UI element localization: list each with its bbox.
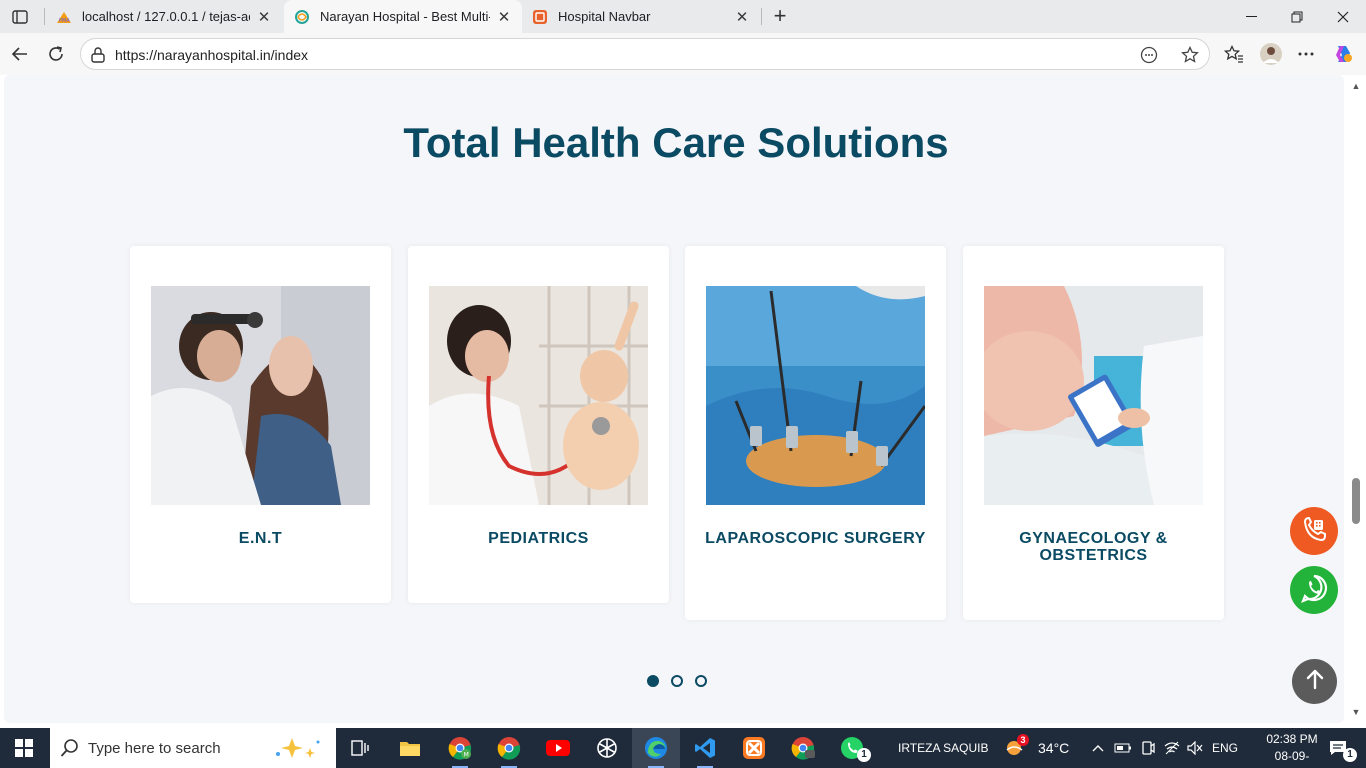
service-name: GYNAECOLOGY & OBSTETRICS — [1019, 530, 1168, 564]
volume-muted-icon[interactable] — [1184, 728, 1206, 768]
vertical-scrollbar[interactable]: ▲ ▼ — [1346, 75, 1366, 728]
search-icon — [60, 738, 80, 758]
chrome-profile-icon[interactable]: M — [436, 728, 484, 768]
profile-avatar[interactable] — [1257, 40, 1285, 68]
codepen-icon — [532, 9, 548, 25]
task-view-icon[interactable] — [336, 728, 384, 768]
more-options-icon[interactable] — [1292, 40, 1320, 68]
weather-badge: 3 — [1017, 734, 1029, 746]
lock-icon[interactable] — [91, 47, 107, 63]
read-aloud-icon[interactable] — [1139, 45, 1159, 65]
weather-icon[interactable]: 3 — [996, 728, 1036, 768]
carousel-dot-2[interactable] — [671, 675, 683, 687]
copilot-icon[interactable] — [1329, 40, 1357, 68]
taskbar-search-box[interactable]: Type here to search — [50, 728, 336, 768]
tab-separator — [44, 8, 45, 25]
clock-date: 08-09-2025 — [1274, 749, 1310, 768]
refresh-icon[interactable] — [42, 40, 70, 68]
svg-text:M: M — [464, 752, 469, 759]
phpmyadmin-icon: PMA — [56, 9, 72, 25]
tab-title: Narayan Hospital - Best Multi-Spe — [320, 9, 490, 24]
service-card-ent[interactable]: E.N.T — [130, 246, 391, 603]
edge-icon[interactable] — [632, 728, 680, 768]
pregnant-consultation-photo[interactable] — [984, 286, 1203, 505]
service-card-pediatrics[interactable]: PEDIATRICS — [408, 246, 669, 603]
clock-time: 02:38 PM — [1266, 732, 1318, 746]
ent-doctor-photo[interactable] — [151, 286, 370, 505]
section-heading: Total Health Care Solutions — [403, 119, 949, 166]
tab-title: Hospital Navbar — [558, 9, 651, 24]
youtube-icon[interactable] — [534, 728, 582, 768]
tab-narayan-hospital[interactable]: Narayan Hospital - Best Multi-Spe ✕ — [284, 0, 522, 33]
windows-taskbar: Type here to search M 1 IRTEZA SAQUIB 3 … — [0, 728, 1366, 768]
battery-icon[interactable] — [1112, 728, 1134, 768]
service-card-gynaecology-obstetrics[interactable]: GYNAECOLOGY & OBSTETRICS — [963, 246, 1224, 620]
chrome-icon[interactable] — [485, 728, 533, 768]
narayan-logo-icon — [294, 9, 310, 25]
taskbar-user-label[interactable]: IRTEZA SAQUIB — [898, 728, 988, 768]
carousel-dot-3[interactable] — [695, 675, 707, 687]
scroll-down-arrow-icon[interactable]: ▼ — [1350, 707, 1362, 717]
scroll-up-arrow-icon[interactable]: ▲ — [1350, 81, 1362, 91]
vscode-icon[interactable] — [681, 728, 729, 768]
chrome-alt-icon[interactable] — [779, 728, 827, 768]
search-placeholder: Type here to search — [88, 739, 221, 757]
svg-text:PMA: PMA — [59, 18, 70, 24]
meet-now-icon[interactable] — [1137, 728, 1159, 768]
services-section: Total Health Care Solutions E.N.T PEDIAT… — [4, 75, 1344, 723]
whatsapp-button[interactable] — [1290, 566, 1338, 614]
tab-localhost[interactable]: PMA localhost / 127.0.0.1 / tejas-acade … — [46, 0, 282, 33]
whatsapp-taskbar-icon[interactable]: 1 — [828, 728, 876, 768]
browser-toolbar: https://narayanhospital.in/index — [0, 33, 1366, 75]
tab-actions-icon[interactable] — [8, 5, 32, 29]
url-text[interactable]: https://narayanhospital.in/index — [115, 47, 308, 63]
temperature[interactable]: 34°C — [1038, 728, 1069, 768]
arrow-up-icon — [1305, 668, 1325, 695]
close-tab-icon[interactable]: ✕ — [256, 9, 272, 26]
address-bar[interactable]: https://narayanhospital.in/index — [80, 38, 1210, 70]
scroll-to-top-button[interactable] — [1292, 659, 1337, 704]
favorites-icon[interactable] — [1220, 40, 1248, 68]
pediatrician-baby-photo[interactable] — [429, 286, 648, 505]
chevron-up-icon[interactable] — [1088, 728, 1108, 768]
carousel-pagination — [647, 675, 707, 687]
file-explorer-icon[interactable] — [386, 728, 434, 768]
page-viewport: Total Health Care Solutions E.N.T PEDIAT… — [0, 75, 1366, 728]
whatsapp-badge: 1 — [857, 748, 871, 762]
tab-separator — [761, 8, 762, 25]
taskbar-clock[interactable]: 02:38 PM 08-09-2025 — [1262, 731, 1322, 768]
minimize-button[interactable] — [1228, 0, 1274, 33]
chatgpt-icon[interactable] — [583, 728, 631, 768]
wifi-icon[interactable] — [1161, 728, 1183, 768]
notification-badge: 1 — [1343, 748, 1357, 762]
laparoscopic-surgery-photo[interactable] — [706, 286, 925, 505]
restore-button[interactable] — [1274, 0, 1320, 33]
tab-title: localhost / 127.0.0.1 / tejas-acade — [82, 9, 250, 24]
sparkle-icon — [266, 734, 326, 762]
service-card-laparoscopic-surgery[interactable]: LAPAROSCOPIC SURGERY — [685, 246, 946, 620]
phone-icon — [1299, 514, 1329, 549]
service-name: E.N.T — [238, 530, 283, 547]
call-button[interactable] — [1290, 507, 1338, 555]
back-arrow-icon[interactable] — [6, 40, 34, 68]
scrollbar-thumb[interactable] — [1352, 478, 1360, 524]
close-tab-icon[interactable]: ✕ — [496, 9, 512, 26]
service-name: PEDIATRICS — [488, 530, 589, 547]
close-tab-icon[interactable]: ✕ — [734, 9, 750, 26]
new-tab-button[interactable]: + — [768, 3, 792, 28]
favorite-star-icon[interactable] — [1180, 45, 1200, 65]
windows-start-icon[interactable] — [0, 728, 48, 768]
service-name: LAPAROSCOPIC SURGERY — [705, 530, 926, 547]
notification-center-icon[interactable]: 1 — [1318, 728, 1358, 768]
carousel-dot-1[interactable] — [647, 675, 659, 687]
whatsapp-icon — [1298, 572, 1330, 609]
tab-hospital-navbar[interactable]: Hospital Navbar ✕ — [522, 0, 760, 33]
close-window-button[interactable] — [1320, 0, 1366, 33]
language-indicator[interactable]: ENG — [1212, 728, 1238, 768]
xampp-icon[interactable] — [730, 728, 778, 768]
browser-tab-strip: PMA localhost / 127.0.0.1 / tejas-acade … — [0, 0, 1366, 33]
